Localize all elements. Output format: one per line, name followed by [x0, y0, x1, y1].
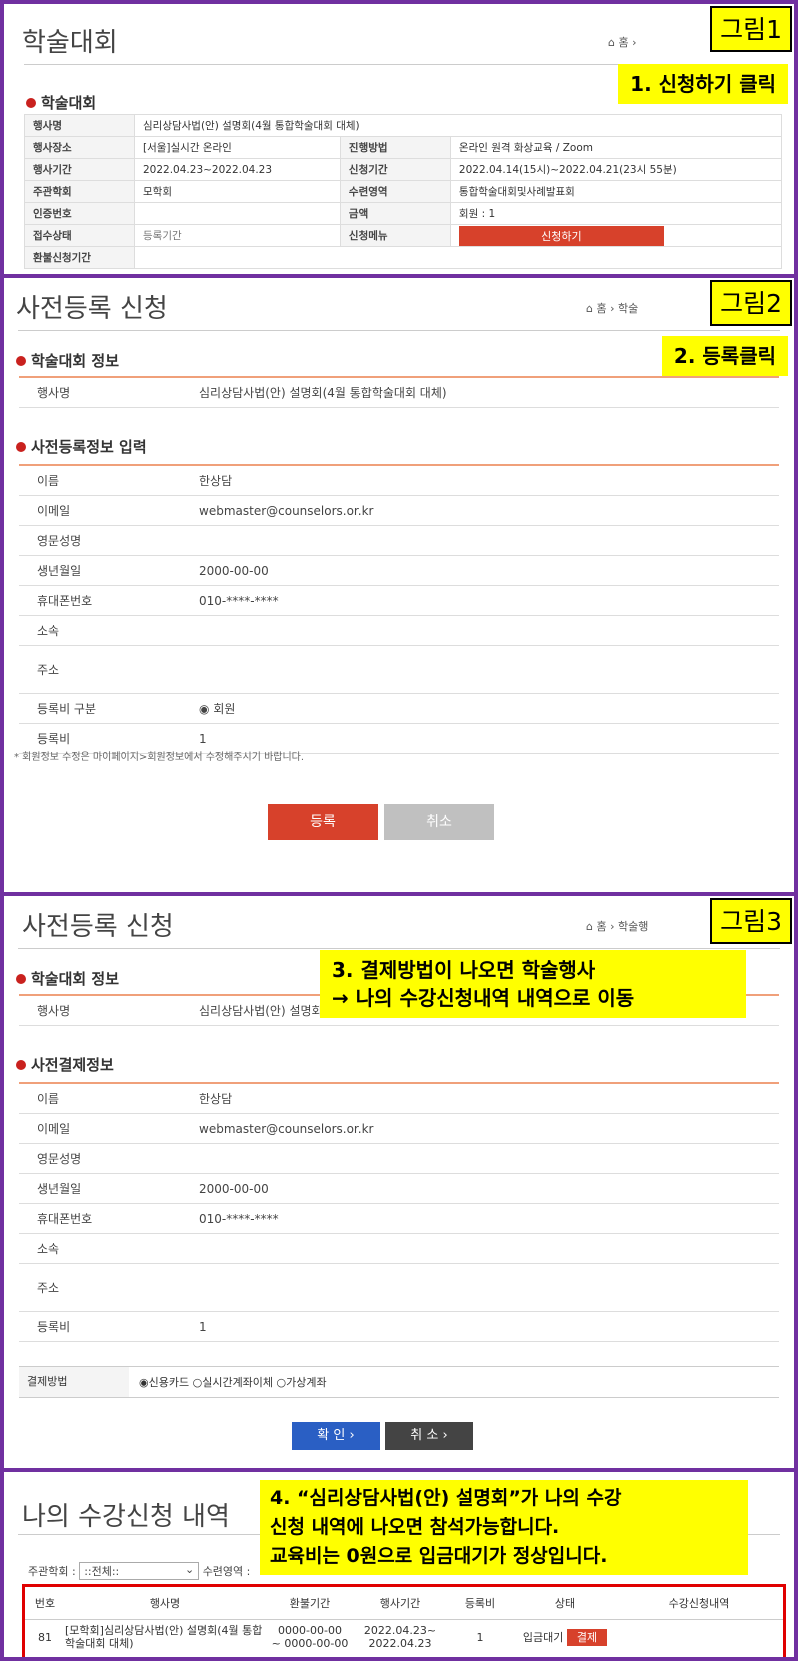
apply-button[interactable]: 신청하기 [458, 225, 664, 246]
bullet-icon [16, 442, 26, 452]
registration-form: 이름 한상담 이메일 webmaster@counselors.or.kr 영문성명… [19, 466, 779, 754]
info-note: * 회원정보 수정은 마이페이지>회원정보에서 수정해주시기 바랍니다. [14, 752, 305, 763]
divider [18, 330, 780, 331]
section-title: 학술대회 정보 [16, 350, 119, 371]
pay-button[interactable]: 결제 [566, 1629, 608, 1647]
fee-field: 1 [199, 1319, 207, 1334]
chevron-right-icon: › [442, 1428, 448, 1443]
register-button[interactable]: 등록 [268, 804, 378, 840]
breadcrumb: ⌂ 홈 › 학술 [586, 302, 639, 315]
birth-field: 2000-00-00 [199, 563, 269, 578]
payment-method-row: 결제방법 ◉신용카드 ○실시간계좌이체 ○가상계좌 [19, 1366, 779, 1398]
section-title: 학술대회 [26, 92, 96, 113]
highlight-box: 번호 행사명 환불기간 행사기간 등록비 상태 수강신청내역 81 [모학회]심… [22, 1584, 786, 1657]
section-title: 학술대회 정보 [16, 968, 119, 989]
figure-1-panel: 학술대회 ⌂ 홈 › 그림1 1. 신청하기 클릭 학술대회 행사명 심리상담사법… [0, 0, 798, 278]
birth-field: 2000-00-00 [199, 1181, 269, 1196]
bullet-icon [26, 98, 36, 108]
section-title: 사전결제정보 [16, 1054, 114, 1075]
status-badge: 입금대기 [522, 1631, 564, 1645]
cancel-button[interactable]: 취 소 › [385, 1422, 473, 1450]
name-field: 한상담 [199, 474, 233, 488]
bullet-icon [16, 356, 26, 366]
cancel-button[interactable]: 취소 [384, 804, 494, 840]
figure-label: 그림1 [710, 6, 792, 52]
phone-field: 010-****-**** [199, 593, 279, 608]
home-icon[interactable]: ⌂ [586, 920, 593, 933]
figure-3-panel: 사전등록 신청 ⌂ 홈 › 학술행 그림3 3. 결제방법이 나오면 학술행사 … [0, 892, 798, 1472]
radio-selected-icon[interactable]: ◉ [199, 702, 209, 716]
enrollment-table: 번호 행사명 환불기간 행사기간 등록비 상태 수강신청내역 81 [모학회]심… [25, 1587, 783, 1655]
fee-field: 1 [199, 731, 207, 746]
phone-field: 010-****-**** [199, 1211, 279, 1226]
page-title: 사전등록 신청 [16, 294, 168, 324]
bullet-icon [16, 974, 26, 984]
radio-icon[interactable]: ○ [277, 1376, 287, 1389]
payment-info-form: 이름 한상담 이메일 webmaster@counselors.or.kr 영문성명… [19, 1084, 779, 1342]
table-row: 81 [모학회]심리상담사법(안) 설명회(4월 통합학술대회 대체) 0000… [25, 1619, 783, 1655]
section-title: 사전등록정보 입력 [16, 436, 147, 457]
home-icon[interactable]: ⌂ [586, 302, 593, 315]
event-info-form: 행사명 심리상담사법(안) 설명회(4월 통합학술대회 대체) [19, 378, 779, 408]
home-icon[interactable]: ⌂ [608, 36, 615, 49]
instruction-callout: 1. 신청하기 클릭 [618, 64, 788, 104]
divider [18, 948, 780, 949]
filter-bar: 주관학회 : ::전체:: ⌄ 수련영역 : [28, 1562, 251, 1580]
breadcrumb: ⌂ 홈 › 학술행 [586, 920, 649, 933]
email-field: webmaster@counselors.or.kr [199, 1121, 374, 1136]
host-select[interactable]: ::전체:: ⌄ [79, 1562, 200, 1580]
figure-label: 그림3 [710, 898, 792, 944]
radio-selected-icon[interactable]: ◉ [139, 1376, 149, 1389]
chevron-right-icon: › [349, 1428, 355, 1443]
name-field: 한상담 [199, 1092, 233, 1106]
chevron-down-icon: ⌄ [184, 1563, 195, 1576]
figure-2-panel: 사전등록 신청 ⌂ 홈 › 학술 그림2 2. 등록클릭 학술대회 정보 행사명… [0, 274, 798, 896]
breadcrumb: ⌂ 홈 › [608, 36, 637, 49]
instruction-callout: 3. 결제방법이 나오면 학술행사 → 나의 수강신청내역 내역으로 이동 [320, 950, 746, 1018]
page-title: 사전등록 신청 [22, 912, 174, 942]
email-field: webmaster@counselors.or.kr [199, 503, 374, 518]
bullet-icon [16, 1060, 26, 1070]
event-name-link[interactable]: [모학회]심리상담사법(안) 설명회(4월 통합학술대회 대체) [65, 1619, 265, 1655]
page-title: 나의 수강신청 내역 [22, 1502, 230, 1532]
figure-4-panel: 나의 수강신청 내역 4. “심리상담사법(안) 설명회”가 나의 수강 신청 … [0, 1468, 798, 1661]
instruction-callout: 2. 등록클릭 [661, 336, 788, 376]
event-detail-table: 행사명 심리상담사법(안) 설명회(4월 통합학술대회 대체) 행사장소 [서울]실… [24, 114, 783, 269]
confirm-button[interactable]: 확 인 › [292, 1422, 380, 1450]
radio-icon[interactable]: ○ [193, 1376, 203, 1389]
instruction-callout: 4. “심리상담사법(안) 설명회”가 나의 수강 신청 내역에 나오면 참석가… [260, 1480, 748, 1575]
figure-label: 그림2 [710, 280, 792, 326]
page-title: 학술대회 [22, 28, 118, 58]
